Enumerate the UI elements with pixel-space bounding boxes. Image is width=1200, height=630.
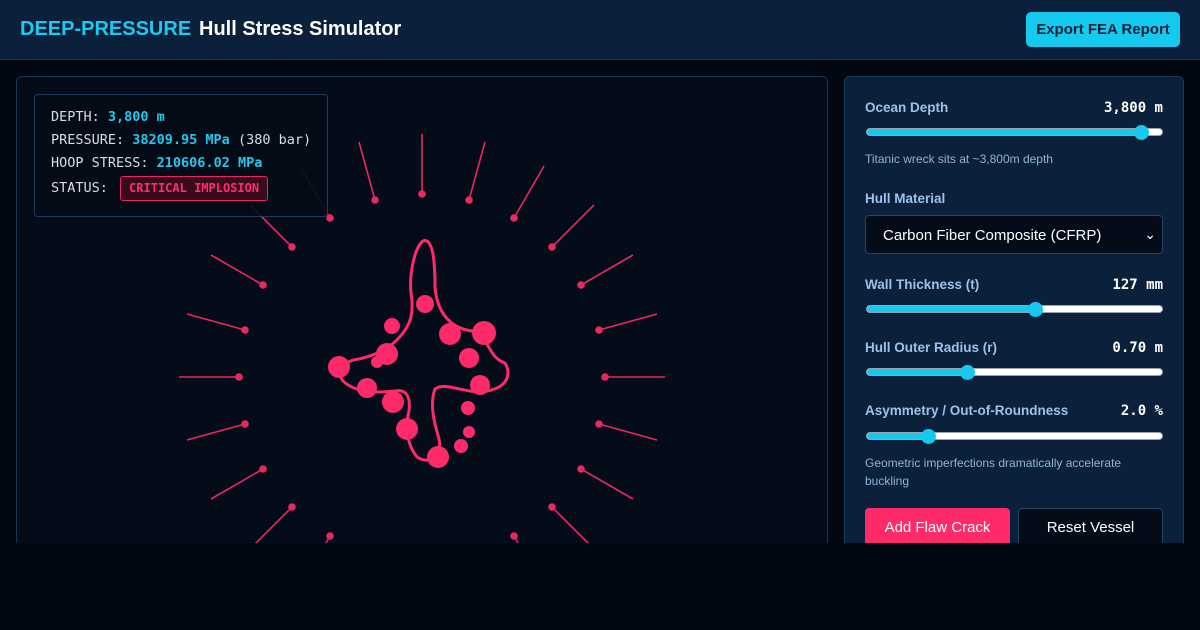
hull-radius-value: 0.70 m <box>1112 340 1163 356</box>
pressure-vector <box>418 134 426 198</box>
debris-fragment <box>461 401 475 415</box>
reset-vessel-button[interactable]: Reset Vessel <box>1018 508 1163 546</box>
status-badge: CRITICAL IMPLOSION <box>120 176 269 201</box>
depth-readout-label: DEPTH: <box>51 109 108 125</box>
hull-radius-slider-fill <box>867 369 968 375</box>
control-panel: Ocean Depth 3,800 m Titanic wreck sits a… <box>844 76 1184 556</box>
debris-fragment <box>427 446 449 468</box>
hull-visualization: DEPTH: 3,800 m PRESSURE: 38209.95 MPa (3… <box>16 76 828 556</box>
pressure-vector <box>577 465 634 500</box>
pressure-vector <box>548 204 595 251</box>
ocean-depth-slider[interactable] <box>866 124 1163 140</box>
debris-fragment <box>371 356 383 368</box>
wall-thickness-slider-thumb[interactable] <box>1027 301 1043 317</box>
pressure-vector <box>210 465 267 500</box>
wall-thickness-value: 127 mm <box>1112 277 1163 293</box>
pressure-readout-label: PRESSURE: <box>51 132 133 148</box>
hull-radius-slider[interactable] <box>866 364 1163 380</box>
wall-thickness-slider-fill <box>867 306 1036 312</box>
hull-radius-label: Hull Outer Radius (r) <box>865 340 998 355</box>
chevron-down-icon: ⌄ <box>1144 226 1156 242</box>
pressure-vector <box>510 165 545 222</box>
ocean-depth-slider-thumb[interactable] <box>1133 124 1149 140</box>
app-header: DEEP-PRESSURE Hull Stress Simulator Expo… <box>0 0 1200 60</box>
asymmetry-hint: Geometric imperfections dramatically acc… <box>865 456 1122 488</box>
debris-fragment <box>454 439 468 453</box>
pressure-vector <box>186 313 249 334</box>
debris-fragment <box>470 375 490 395</box>
debris-fragment <box>328 356 350 378</box>
asymmetry-value: 2.0 % <box>1120 403 1163 419</box>
pressure-vector <box>186 420 249 441</box>
hoop-stress-readout: HOOP STRESS: 210606.02 MPa <box>51 153 327 176</box>
pressure-vector <box>179 373 243 381</box>
pressure-readout: PRESSURE: 38209.95 MPa (380 bar) <box>51 130 327 153</box>
debris-fragment <box>472 321 496 345</box>
deformed-hull-outline <box>338 239 510 462</box>
ocean-depth-value: 3,800 m <box>1103 100 1163 116</box>
asymmetry-slider[interactable] <box>866 428 1163 444</box>
debris-fragment <box>396 418 418 440</box>
asymmetry-slider-thumb[interactable] <box>921 428 937 444</box>
hull-radius-slider-thumb[interactable] <box>959 364 975 380</box>
page-footer-area <box>0 543 1200 630</box>
depth-readout: DEPTH: 3,800 m <box>51 107 327 130</box>
wall-thickness-slider[interactable] <box>866 301 1163 317</box>
wall-thickness-label: Wall Thickness (t) <box>865 277 980 292</box>
add-flaw-crack-button[interactable]: Add Flaw Crack <box>865 508 1010 546</box>
debris-fragment <box>459 348 479 368</box>
debris-fragment <box>382 391 404 413</box>
debris-fragment <box>384 318 400 334</box>
depth-readout-value: 3,800 m <box>107 109 165 125</box>
brand-name: DEEP-PRESSURE <box>20 18 192 40</box>
debris-fragment <box>416 295 434 313</box>
asymmetry-slider-fill <box>867 433 929 439</box>
hoop-stress-label: HOOP STRESS: <box>51 155 157 171</box>
pressure-vector <box>358 141 379 204</box>
pressure-vector <box>595 313 658 334</box>
hoop-stress-value: 210606.02 MPa <box>156 155 263 171</box>
page-title: Hull Stress Simulator <box>199 18 402 40</box>
debris-fragment <box>463 426 475 438</box>
implosion-debris <box>328 295 496 468</box>
pressure-vector <box>210 254 267 289</box>
ocean-depth-slider-fill <box>867 129 1142 135</box>
pressure-readout-value: 38209.95 MPa <box>132 132 230 148</box>
hull-material-selected: Carbon Fiber Composite (CFRP) <box>883 227 1102 244</box>
pressure-vector <box>601 373 665 381</box>
status-readout: STATUS: CRITICAL IMPLOSION <box>51 176 327 201</box>
ocean-depth-label: Ocean Depth <box>865 100 949 115</box>
export-fea-report-button[interactable]: Export FEA Report <box>1026 12 1180 47</box>
pressure-vector <box>465 141 486 204</box>
telemetry-readout: DEPTH: 3,800 m PRESSURE: 38209.95 MPa (3… <box>34 94 328 217</box>
hull-material-label: Hull Material <box>865 191 946 206</box>
asymmetry-label: Asymmetry / Out-of-Roundness <box>865 403 1069 418</box>
ocean-depth-hint: Titanic wreck sits at ~3,800m depth <box>865 152 1053 166</box>
pressure-readout-bar: (380 bar) <box>237 132 312 148</box>
pressure-vector <box>577 254 634 289</box>
debris-fragment <box>357 378 377 398</box>
status-label: STATUS: <box>51 180 108 196</box>
debris-fragment <box>439 323 461 345</box>
hull-material-select[interactable]: Carbon Fiber Composite (CFRP) ⌄ <box>865 215 1163 254</box>
pressure-vector <box>595 420 658 441</box>
